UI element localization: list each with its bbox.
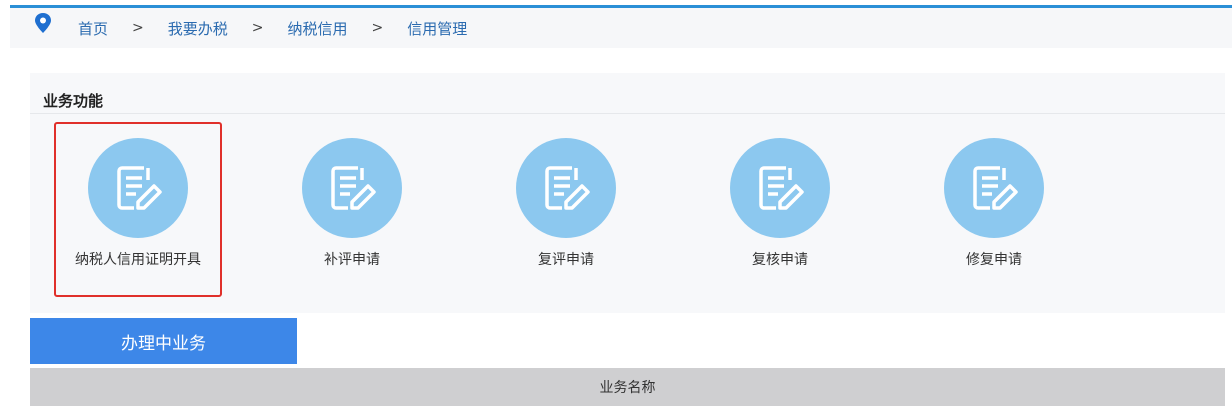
function-label: 复评申请 bbox=[538, 252, 594, 268]
breadcrumb: 首页 > 我要办税 > 纳税信用 > 信用管理 bbox=[10, 8, 1232, 48]
tab-in-progress[interactable]: 办理中业务 bbox=[30, 318, 297, 364]
edit-document-icon bbox=[302, 138, 402, 238]
function-repair[interactable]: 修复申请 bbox=[910, 138, 1078, 270]
function-label: 修复申请 bbox=[966, 252, 1022, 268]
location-pin-icon bbox=[35, 13, 51, 33]
breadcrumb-separator: > bbox=[371, 20, 384, 36]
breadcrumb-separator: > bbox=[132, 20, 144, 36]
function-review[interactable]: 复核申请 bbox=[696, 138, 864, 270]
selection-highlight bbox=[54, 122, 222, 297]
function-re-evaluation[interactable]: 复评申请 bbox=[482, 138, 650, 270]
breadcrumb-tax-handling[interactable]: 我要办税 bbox=[168, 18, 228, 39]
breadcrumb-credit-management[interactable]: 信用管理 bbox=[407, 18, 467, 39]
function-label: 补评申请 bbox=[324, 252, 380, 268]
breadcrumb-home[interactable]: 首页 bbox=[78, 18, 108, 39]
function-label: 复核申请 bbox=[752, 252, 808, 268]
divider bbox=[30, 113, 1225, 114]
table-header: 业务名称 bbox=[30, 368, 1225, 406]
function-supplementary-evaluation[interactable]: 补评申请 bbox=[268, 138, 436, 270]
column-header-business-name: 业务名称 bbox=[599, 380, 656, 396]
breadcrumb-tax-credit[interactable]: 纳税信用 bbox=[288, 18, 348, 39]
edit-document-icon bbox=[516, 138, 616, 238]
edit-document-icon bbox=[730, 138, 830, 238]
edit-document-icon bbox=[944, 138, 1044, 238]
breadcrumb-separator: > bbox=[251, 20, 264, 36]
section-title: 业务功能 bbox=[43, 92, 104, 110]
